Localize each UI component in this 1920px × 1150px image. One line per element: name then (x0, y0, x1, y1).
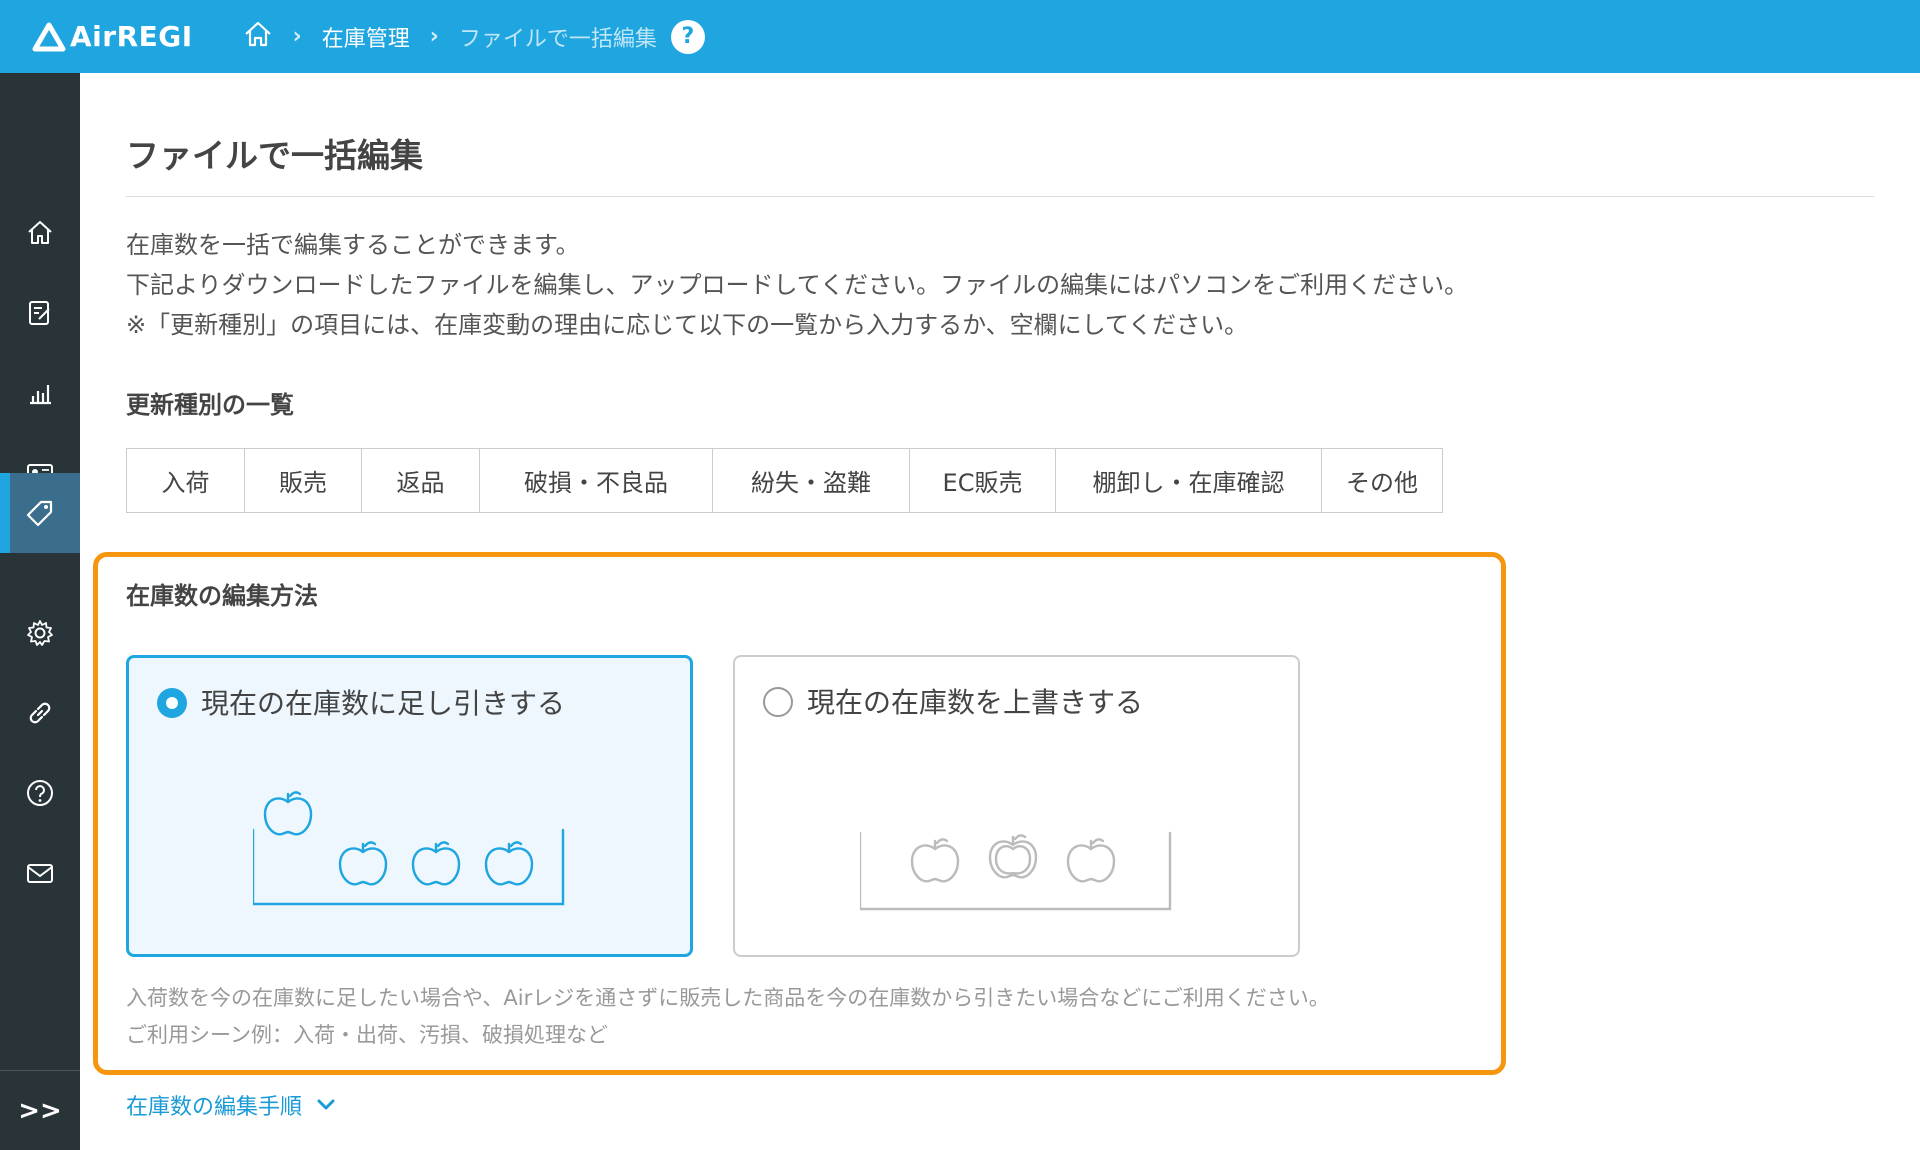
update-type-cell: その他 (1346, 469, 1418, 497)
option-overwrite[interactable]: 現在の在庫数を上書きする (733, 655, 1300, 957)
update-type-cell: 販売 (245, 449, 362, 512)
tag-icon (26, 500, 53, 527)
option-add-subtract[interactable]: 現在の在庫数に足し引きする (126, 655, 693, 957)
edit-method-heading: 在庫数の編集方法 (126, 582, 318, 610)
update-types-table: 入荷 販売 返品 破損・不良品 紛失・盗難 EC販売 棚卸し・在庫確認 その他 (126, 448, 1443, 513)
apples-overwrite-illustration (860, 831, 1172, 911)
sidebar-item-messages[interactable] (0, 833, 80, 913)
mail-icon (27, 864, 53, 883)
airregi-logo-icon (32, 22, 66, 51)
gear-icon (27, 620, 53, 646)
chevron-right-icon: › (292, 24, 302, 49)
edit-method-note: 入荷数を今の在庫数に足したい場合や、Airレジを通さずに販売した商品を今の在庫数… (126, 980, 1330, 1054)
update-type-cell: 破損・不良品 (480, 449, 713, 512)
description-line: ※「更新種別」の項目には、在庫変動の理由に応じて以下の一覧から入力するか、空欄に… (126, 311, 1249, 339)
update-type-cell: 紛失・盗難 (713, 449, 910, 512)
note-line: 入荷数を今の在庫数に足したい場合や、Airレジを通さずに販売した商品を今の在庫数… (126, 986, 1330, 1010)
update-type-cell: 返品 (362, 449, 480, 512)
breadcrumb: › 在庫管理 › ファイルで一括編集 ? (243, 19, 705, 54)
divider (126, 196, 1874, 197)
bar-chart-icon (30, 385, 51, 405)
sidebar-item-help[interactable] (0, 753, 80, 833)
breadcrumb-home-icon[interactable] (243, 20, 273, 54)
top-header: AirREGI › 在庫管理 › ファイルで一括編集 ? (0, 0, 1920, 73)
radio-selected[interactable] (157, 688, 187, 718)
sidebar-item-integrations[interactable] (0, 673, 80, 753)
help-circle-icon (27, 780, 53, 806)
breadcrumb-current: ファイルで一括編集 (458, 26, 657, 52)
chevron-right-icon: › (429, 24, 439, 49)
home-icon (28, 221, 52, 244)
update-type-cell: EC販売 (910, 449, 1056, 512)
link-icon (29, 702, 51, 724)
radio-unselected[interactable] (763, 687, 793, 717)
edit-steps-label: 在庫数の編集手順 (126, 1095, 303, 1120)
breadcrumb-inventory[interactable]: 在庫管理 (322, 21, 410, 53)
sidebar-expand-button[interactable]: >> (0, 1070, 80, 1150)
chevron-down-icon (317, 1099, 335, 1110)
update-type-cell: 棚卸し・在庫確認 (1056, 449, 1322, 512)
update-type-cell: 入荷 (127, 449, 245, 512)
help-icon[interactable]: ? (670, 19, 705, 54)
edit-note-icon (29, 301, 50, 325)
sidebar: >> (0, 73, 80, 1150)
sidebar-item-register[interactable] (0, 273, 80, 353)
option-label: 現在の在庫数を上書きする (807, 686, 1144, 719)
note-line: ご利用シーン例：入荷・出荷、汚損、破損処理など (126, 1023, 608, 1047)
sidebar-item-inventory[interactable] (0, 473, 80, 553)
airregi-logo[interactable]: AirREGI (32, 20, 193, 53)
option-label: 現在の在庫数に足し引きする (201, 687, 566, 720)
page-title: ファイルで一括編集 (126, 136, 423, 175)
sidebar-item-analytics[interactable] (0, 353, 80, 433)
description-line: 下記よりダウンロードしたファイルを編集し、アップロードしてください。ファイルの編… (126, 271, 1469, 299)
sidebar-item-home[interactable] (0, 193, 80, 273)
description: 在庫数を一括で編集することができます。 下記よりダウンロードしたファイルを編集し… (126, 225, 1468, 345)
update-types-heading: 更新種別の一覧 (126, 391, 294, 419)
sidebar-item-settings[interactable] (0, 593, 80, 673)
apples-add-illustration (253, 791, 565, 906)
description-line: 在庫数を一括で編集することができます。 (126, 231, 580, 259)
logo-text: AirREGI (70, 20, 193, 53)
edit-steps-link[interactable]: 在庫数の編集手順 (126, 1089, 336, 1121)
